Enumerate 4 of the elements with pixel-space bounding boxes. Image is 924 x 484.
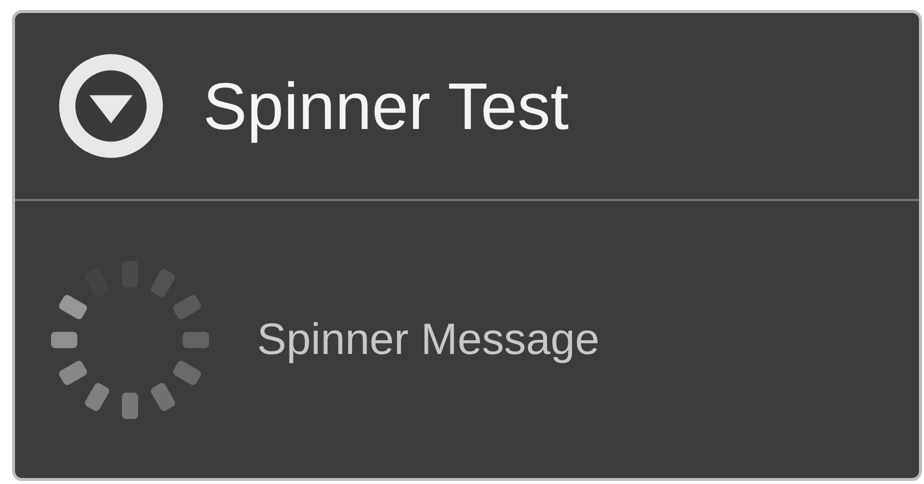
progress-message: Spinner Message	[257, 314, 600, 364]
loading-spinner-icon	[49, 258, 211, 420]
dialog-title: Spinner Test	[203, 68, 569, 144]
dropdown-circle-icon	[57, 52, 165, 160]
